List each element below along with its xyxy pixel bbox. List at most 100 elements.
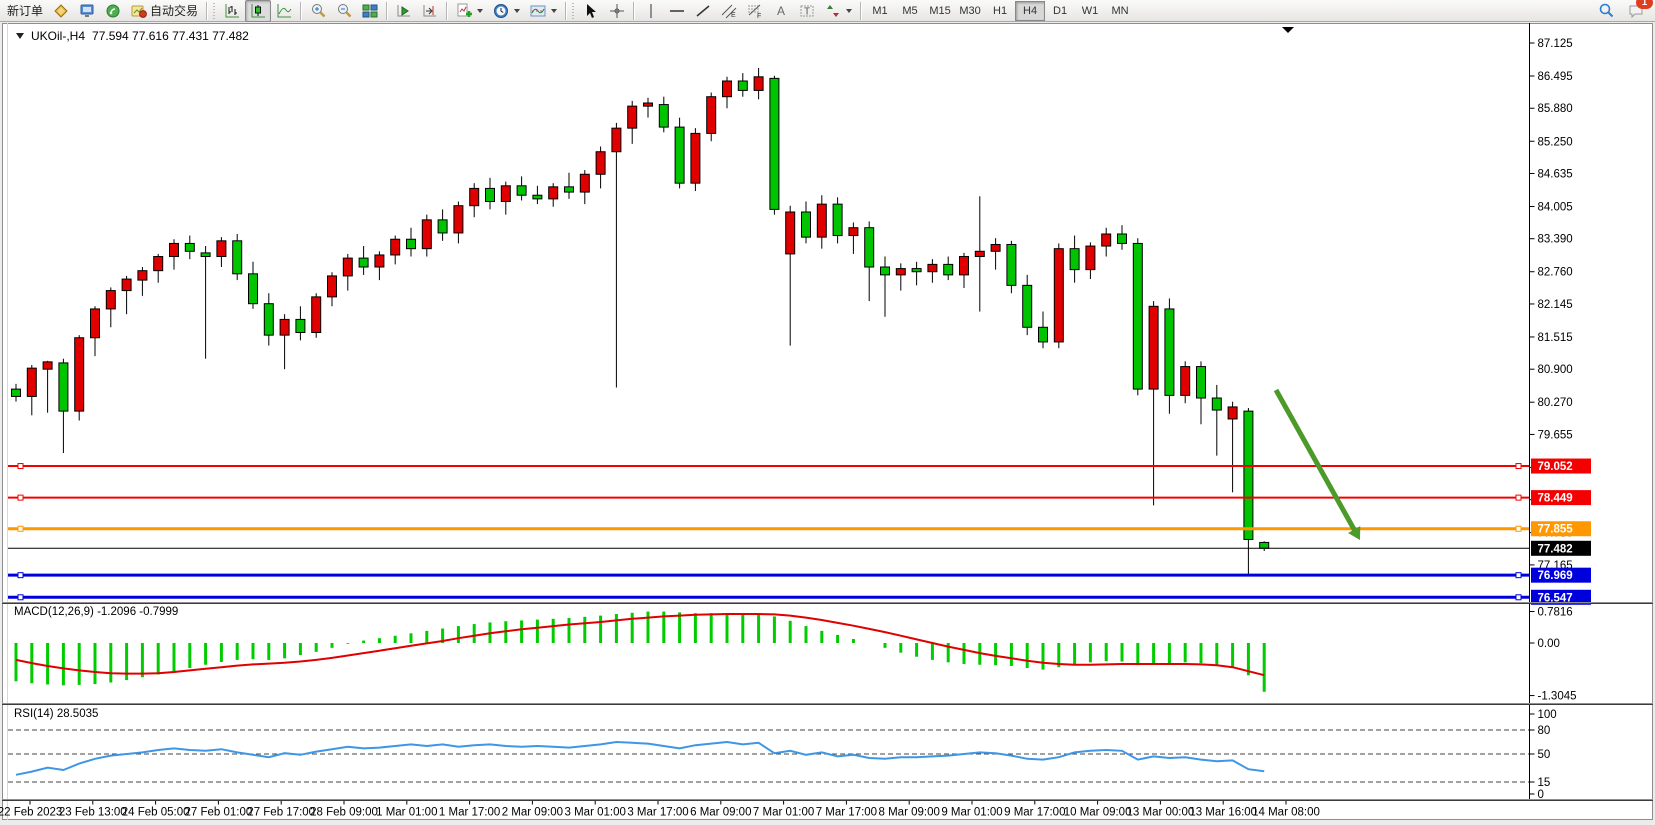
price-tick-label: 80.900 (1538, 364, 1573, 376)
line-anchor-handle[interactable] (1516, 573, 1521, 578)
auto-scroll-button[interactable] (391, 0, 417, 22)
signals-button[interactable] (100, 0, 126, 22)
market-depth-button[interactable] (48, 0, 74, 22)
toolbar-grip[interactable] (572, 3, 576, 19)
line-anchor-handle[interactable] (18, 495, 23, 500)
svg-text:E: E (731, 12, 736, 19)
candle-down (675, 127, 684, 183)
chart-shift-button[interactable] (417, 0, 443, 22)
candle-down (770, 78, 779, 209)
cursor-icon (583, 3, 599, 19)
fibonacci-tool-button[interactable]: F (742, 0, 768, 22)
candle-down (1133, 243, 1142, 389)
toolbar-separator (860, 2, 862, 20)
toolbar-grip[interactable] (213, 3, 217, 19)
candle-up (691, 133, 700, 183)
time-tick-label: 27 Feb 01:00 (185, 807, 253, 819)
gold-icon (53, 3, 69, 19)
timeframe-button-m1[interactable]: M1 (865, 1, 895, 21)
timeframe-button-h1[interactable]: H1 (985, 1, 1015, 21)
timeframe-button-d1[interactable]: D1 (1045, 1, 1075, 21)
timeframe-button-h4[interactable]: H4 (1015, 1, 1045, 21)
periods-button[interactable] (488, 0, 525, 22)
rsi-indicator-label: RSI(14) 28.5035 (14, 708, 98, 720)
candle-down (912, 269, 921, 272)
notifications-button[interactable]: 1 (1623, 0, 1649, 22)
candle-down (881, 267, 890, 275)
line-anchor-handle[interactable] (1516, 526, 1521, 531)
line-anchor-handle[interactable] (18, 595, 23, 600)
rsi-tick-label: 80 (1538, 725, 1551, 737)
time-tick-label: 14 Mar 08:00 (1252, 807, 1320, 819)
candlestick-chart-type-button[interactable] (245, 0, 271, 22)
candle-down (201, 253, 210, 257)
trendline-tool-button[interactable] (690, 0, 716, 22)
line-anchor-handle[interactable] (1516, 595, 1521, 600)
symbol-dropdown-icon[interactable] (16, 33, 24, 39)
candle-up (991, 244, 1000, 251)
candle-up (312, 297, 321, 333)
channel-icon: E (721, 3, 737, 19)
candle-up (422, 220, 431, 249)
timeframe-button-m30[interactable]: M30 (955, 1, 985, 21)
time-tick-label: 28 Feb 09:00 (310, 807, 378, 819)
line-anchor-handle[interactable] (18, 526, 23, 531)
line-anchor-handle[interactable] (1516, 464, 1521, 469)
candle-up (122, 279, 131, 291)
tile-windows-button[interactable] (357, 0, 383, 22)
svg-text:T: T (804, 6, 810, 17)
horizontal-line-icon (669, 3, 685, 19)
price-tick-label: 82.145 (1538, 299, 1573, 311)
candle-up (928, 264, 937, 271)
timeframe-button-mn[interactable]: MN (1105, 1, 1135, 21)
candle-down (1244, 411, 1253, 539)
timeframe-button-m5[interactable]: M5 (895, 1, 925, 21)
candle-up (612, 128, 621, 152)
price-level-label-text: 77.482 (1538, 543, 1573, 555)
vertical-line-tool-button[interactable] (638, 0, 664, 22)
candle-down (517, 186, 526, 195)
candle-down (533, 195, 542, 199)
time-tick-label: 1 Mar 01:00 (376, 807, 437, 819)
timeframe-button-w1[interactable]: W1 (1075, 1, 1105, 21)
templates-button[interactable] (525, 0, 562, 22)
indicators-button[interactable] (451, 0, 488, 22)
line-anchor-handle[interactable] (18, 573, 23, 578)
hosting-button[interactable] (74, 0, 100, 22)
timeframe-buttons: M1M5M15M30H1H4D1W1MN (865, 1, 1135, 21)
candle-up (817, 204, 826, 237)
timeframe-button-m15[interactable]: M15 (925, 1, 955, 21)
price-tick-label: 84.005 (1538, 201, 1573, 213)
dropdown-caret (846, 9, 852, 13)
new-order-button[interactable]: 新订单 (2, 0, 48, 22)
bar-chart-type-button[interactable] (219, 0, 245, 22)
line-anchor-handle[interactable] (18, 464, 23, 469)
candle-up (580, 174, 589, 192)
zoom-in-button[interactable] (305, 0, 331, 22)
candle-up (1086, 246, 1095, 270)
zoom-out-button[interactable] (331, 0, 357, 22)
crosshair-tool-button[interactable] (604, 0, 630, 22)
arrows-tool-button[interactable] (820, 0, 857, 22)
candle-up (91, 309, 100, 338)
candle-up (375, 255, 384, 267)
search-button[interactable] (1593, 0, 1619, 22)
line-chart-type-button[interactable] (271, 0, 297, 22)
chart-canvas[interactable]: 87.12586.49585.88085.25084.63584.00583.3… (0, 0, 1655, 825)
text-tool-button[interactable]: A (768, 0, 794, 22)
text-label-tool-button[interactable]: T (794, 0, 820, 22)
autotrading-button[interactable]: 自动交易 (126, 0, 203, 22)
toolbar-separator (446, 2, 448, 20)
line-anchor-handle[interactable] (1516, 495, 1521, 500)
candle-down (296, 319, 305, 332)
candle-down (833, 204, 842, 235)
equidistant-channel-tool-button[interactable]: E (716, 0, 742, 22)
time-tick-label: 24 Feb 05:00 (122, 807, 190, 819)
candle-down (738, 81, 747, 90)
dropdown-caret (551, 9, 557, 13)
autotrading-icon (131, 3, 147, 19)
notification-badge[interactable]: 1 (1636, 0, 1653, 9)
cursor-tool-button[interactable] (578, 0, 604, 22)
horizontal-line-tool-button[interactable] (664, 0, 690, 22)
candle-up (43, 362, 52, 369)
